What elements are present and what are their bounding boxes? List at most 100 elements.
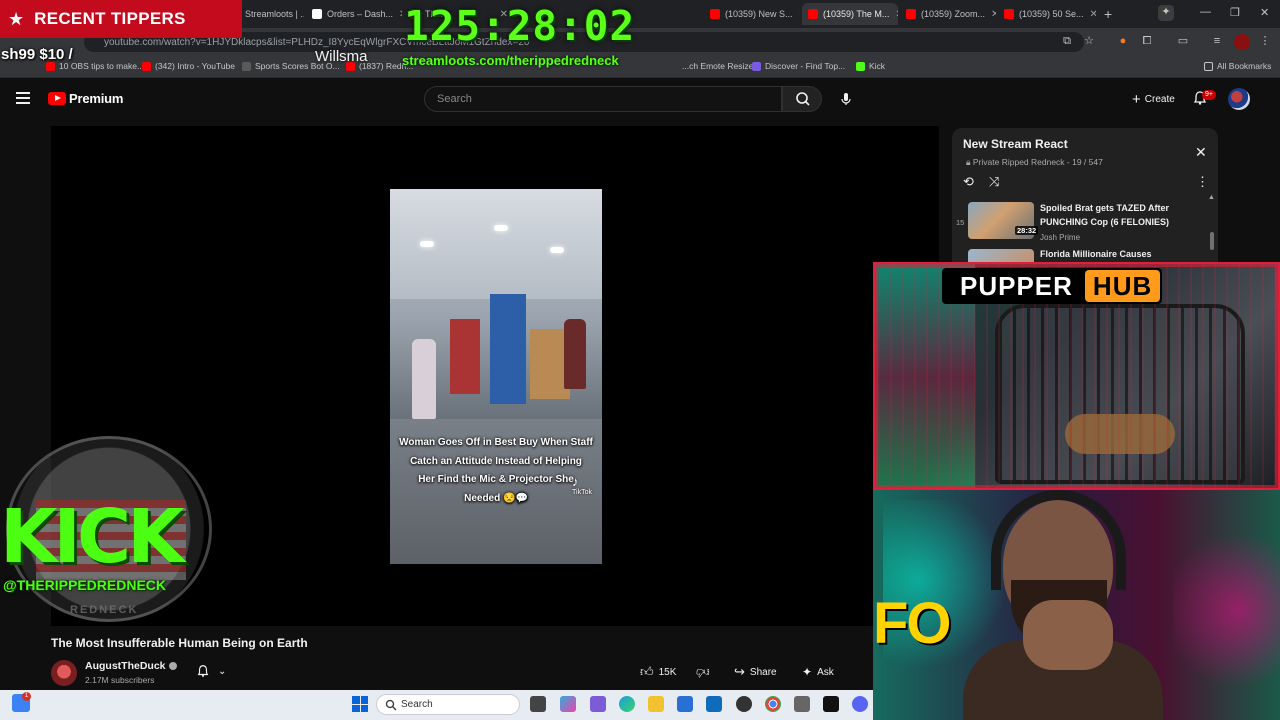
tab-search-icon[interactable]: ≡ (1210, 34, 1224, 48)
close-icon[interactable]: ✕ (1084, 9, 1096, 20)
caption-line: Needed 😒💬 (464, 492, 528, 504)
bookmark-item[interactable]: Kick (856, 61, 885, 71)
search-icon (385, 699, 397, 711)
caption-line: Her Find the Mic & Projector She (418, 474, 574, 485)
copilot-icon[interactable] (560, 696, 576, 712)
youtube-play-icon (48, 92, 66, 105)
store-icon[interactable] (677, 696, 693, 712)
ask-button[interactable]: ✦ Ask (802, 662, 834, 682)
share-icon: ↪ (734, 664, 745, 679)
close-icon[interactable]: ✕ (1195, 144, 1207, 161)
puzzle-icon[interactable]: ⧠ (1140, 34, 1154, 48)
edge-icon[interactable] (619, 696, 635, 712)
app-icon[interactable] (736, 696, 752, 712)
like-button[interactable]: 👍︎ 15K (640, 662, 676, 682)
playlist-scrollbar[interactable] (1210, 232, 1214, 250)
minimize-icon[interactable]: — (1200, 6, 1211, 18)
star-bookmark-icon[interactable]: ☆ (1082, 34, 1096, 48)
globe-icon (242, 61, 251, 71)
close-icon[interactable]: ✕ (985, 9, 996, 20)
video-caption: Woman Goes Off in Best Buy When Staff Ca… (390, 434, 602, 508)
account-avatar[interactable] (1228, 88, 1250, 110)
ask-label: Ask (817, 666, 834, 678)
playlist-item-title[interactable]: Spoiled Brat gets TAZED After PUNCHING C… (1040, 202, 1190, 229)
subscription-bell-icon[interactable] (196, 664, 210, 678)
extension-icon[interactable]: ● (1116, 34, 1130, 48)
channel-name[interactable]: AugustTheDuck (85, 660, 177, 672)
bookmark-item[interactable]: Discover - Find Top... (752, 61, 845, 71)
channel-avatar[interactable] (51, 660, 77, 686)
dislike-button[interactable]: 👍︎ (696, 662, 710, 682)
thumbs-up-icon: 👍︎ (640, 664, 654, 679)
maximize-icon[interactable]: ❐ (1230, 6, 1240, 19)
obs-icon[interactable] (823, 696, 839, 712)
menu-icon[interactable]: ⋮ (1258, 34, 1272, 48)
chrome-icon[interactable] (765, 696, 781, 712)
store-shelf (450, 319, 480, 394)
discover-icon (752, 61, 761, 71)
channel-name-text: AugustTheDuck (85, 660, 166, 672)
bookmark-item[interactable]: (342) Intro - YouTube (142, 61, 235, 71)
logo-word: Premium (69, 91, 124, 106)
discord-icon[interactable] (852, 696, 868, 712)
ceiling-light (494, 225, 508, 231)
search-button[interactable] (782, 86, 822, 112)
new-tab-button[interactable]: + (1098, 3, 1118, 25)
task-view-icon[interactable] (530, 696, 546, 712)
tab-label: Orders – Dash... (327, 9, 394, 19)
all-bookmarks[interactable]: All Bookmarks (1204, 61, 1271, 71)
gemini-icon[interactable]: ✦ (1158, 5, 1174, 21)
kick-logo-text: KICK (0, 494, 185, 580)
outlook-icon[interactable] (706, 696, 722, 712)
close-icon[interactable]: ✕ (393, 9, 402, 20)
close-icon[interactable]: ✕ (793, 9, 800, 20)
hamburger-menu-icon[interactable] (16, 92, 30, 104)
ceiling-light (420, 241, 434, 247)
scroll-up-icon[interactable]: ▲ (1208, 194, 1215, 201)
hub-word: HUB (1084, 270, 1161, 302)
tab-zoom[interactable]: (10359) Zoom... ✕ (900, 3, 996, 25)
file-explorer-icon[interactable] (648, 696, 664, 712)
tab-orders[interactable]: Orders – Dash...✕ (306, 3, 402, 25)
neon-glow (1173, 500, 1280, 720)
caption-line: Catch an Attitude Instead of Helping (410, 455, 582, 467)
playlist-item-title[interactable]: Florida Millionaire Causes (1040, 249, 1152, 259)
tab-new-stream[interactable]: (10359) New S...✕ (704, 3, 800, 25)
shuffle-icon[interactable]: ⤨ (989, 174, 999, 190)
more-icon[interactable]: ⋮ (1196, 174, 1209, 190)
youtube-icon (142, 61, 151, 71)
ceiling-light (550, 247, 564, 253)
person-figure (412, 339, 436, 419)
search-input[interactable]: Search (424, 86, 782, 112)
subscriber-count: 2.17M subscribers (85, 675, 155, 685)
tab-50-se[interactable]: (10359) 50 Se... ✕ (998, 3, 1096, 25)
tab-the-most[interactable]: (10359) The M...✕ (802, 3, 898, 25)
headset (991, 490, 1126, 590)
bookmark-item[interactable]: ...ch Emote Resizer (682, 61, 756, 71)
cast-icon[interactable]: ⧉ (1060, 34, 1074, 48)
window-close-icon[interactable]: ✕ (1260, 6, 1269, 19)
share-button[interactable]: ↪ Share (734, 662, 777, 682)
plus-icon: + (1132, 90, 1141, 108)
kick-icon (856, 61, 865, 71)
app-icon[interactable] (794, 696, 810, 712)
all-bookmarks-label: All Bookmarks (1217, 61, 1272, 71)
youtube-header: Premium Search + Create (0, 78, 1280, 120)
create-button[interactable]: + Create (1122, 87, 1185, 111)
sparkle-icon: ✦ (802, 665, 813, 679)
store-shelf (490, 294, 526, 404)
playlist-subtitle: 🔒︎ Private Ripped Redneck - 19 / 547 (966, 157, 1103, 168)
taskbar-search[interactable]: Search (376, 694, 520, 715)
youtube-logo[interactable]: Premium (48, 91, 123, 106)
close-icon[interactable]: ✕ (889, 9, 898, 20)
chevron-down-icon[interactable]: ⌄ (218, 666, 226, 677)
screen: Streamloots | ...✕ Orders – Dash...✕ The… (0, 0, 1280, 720)
windows-start-icon[interactable] (352, 696, 368, 712)
sidebar-icon[interactable]: ▭ (1176, 34, 1190, 48)
loop-icon[interactable]: ⟲ (963, 174, 974, 190)
recent-tippers-banner: ★ RECENT TIPPERS (0, 0, 242, 38)
search-icon (796, 92, 810, 106)
microphone-icon[interactable] (838, 91, 854, 107)
profile-avatar[interactable] (1234, 34, 1250, 50)
teams-icon[interactable] (590, 696, 606, 712)
